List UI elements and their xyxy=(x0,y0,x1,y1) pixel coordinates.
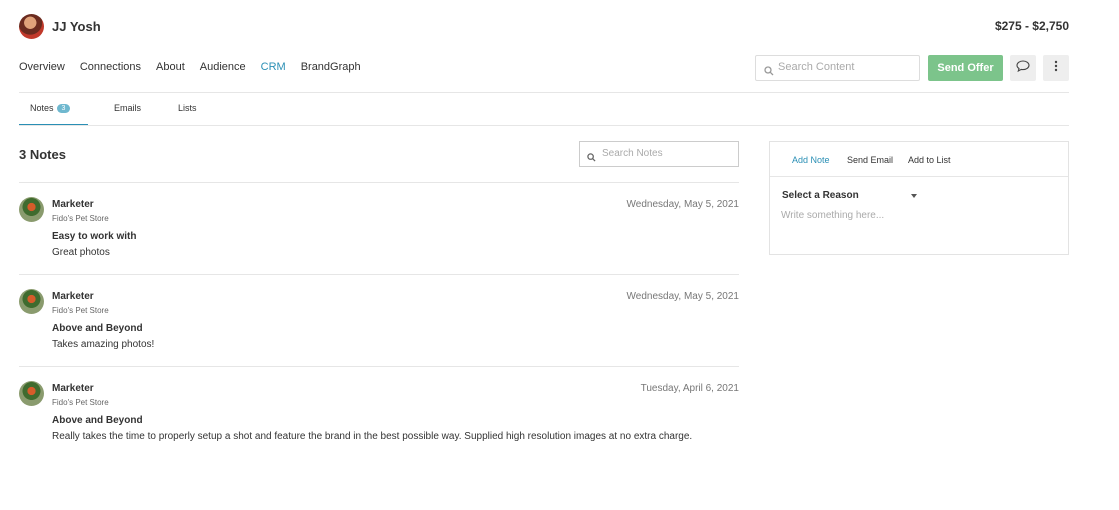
nav-item-audience[interactable]: Audience xyxy=(200,61,246,75)
price-range: $275 - $2,750 xyxy=(994,19,1069,33)
reason-select[interactable]: Select a Reason xyxy=(782,190,917,204)
profile-header: JJ Yosh $275 - $2,750 xyxy=(19,14,1069,40)
caret-down-icon xyxy=(911,194,917,198)
note-author: Marketer xyxy=(52,291,94,302)
note-org: Fido's Pet Store xyxy=(52,398,109,407)
note-body: Takes amazing photos! xyxy=(52,339,155,350)
nav-item-crm[interactable]: CRM xyxy=(261,61,286,75)
search-notes-box[interactable] xyxy=(579,141,739,167)
note-item: Marketer Fido's Pet Store Tuesday, April… xyxy=(19,381,739,461)
notes-count-badge: 3 xyxy=(56,104,71,113)
more-options-button[interactable] xyxy=(1043,55,1069,81)
profile-name: JJ Yosh xyxy=(52,19,101,34)
note-date: Wednesday, May 5, 2021 xyxy=(626,291,739,302)
nav-item-connections[interactable]: Connections xyxy=(80,61,141,75)
note-item: Marketer Fido's Pet Store Wednesday, May… xyxy=(19,289,739,359)
note-author: Marketer xyxy=(52,383,94,394)
add-note-panel: Add Note Send Email Add to List Select a… xyxy=(769,141,1069,255)
note-subject: Above and Beyond xyxy=(52,323,143,334)
search-icon xyxy=(587,149,596,167)
vertical-dots-icon xyxy=(1054,59,1058,77)
side-panel-tabs: Add Note Send Email Add to List xyxy=(770,142,1068,177)
nav-item-overview[interactable]: Overview xyxy=(19,61,65,75)
tab-lists[interactable]: Lists xyxy=(178,103,197,113)
list-divider xyxy=(19,182,739,183)
chat-bubble-icon xyxy=(1016,59,1030,77)
notes-count-title: 3 Notes xyxy=(19,147,66,162)
note-date: Tuesday, April 6, 2021 xyxy=(640,383,739,394)
nav-item-about[interactable]: About xyxy=(156,61,185,75)
note-item: Marketer Fido's Pet Store Wednesday, May… xyxy=(19,197,739,267)
note-body: Really takes the time to properly setup … xyxy=(52,431,693,442)
search-icon xyxy=(764,63,774,81)
tab-add-note[interactable]: Add Note xyxy=(792,155,830,165)
avatar[interactable] xyxy=(19,14,44,39)
avatar xyxy=(19,381,44,406)
search-content-box[interactable] xyxy=(755,55,920,81)
reason-select-label: Select a Reason xyxy=(782,190,859,201)
tab-notes-label: Notes xyxy=(30,103,54,113)
crm-subtabs: Notes 3 Emails Lists xyxy=(19,93,1069,126)
list-divider xyxy=(19,366,739,367)
note-textarea[interactable] xyxy=(781,210,1051,246)
tab-notes[interactable]: Notes 3 xyxy=(19,103,88,125)
message-button[interactable] xyxy=(1010,55,1036,81)
search-content-input[interactable] xyxy=(778,61,916,73)
note-date: Wednesday, May 5, 2021 xyxy=(626,199,739,210)
note-org: Fido's Pet Store xyxy=(52,214,109,223)
send-offer-button[interactable]: Send Offer xyxy=(928,55,1003,81)
list-divider xyxy=(19,274,739,275)
nav-item-brandgraph[interactable]: BrandGraph xyxy=(301,61,361,75)
profile-nav: Overview Connections About Audience CRM … xyxy=(19,61,376,75)
avatar xyxy=(19,289,44,314)
tab-add-to-list[interactable]: Add to List xyxy=(908,155,951,165)
note-body: Great photos xyxy=(52,247,110,258)
note-subject: Above and Beyond xyxy=(52,415,143,426)
note-subject: Easy to work with xyxy=(52,231,137,242)
search-notes-input[interactable] xyxy=(602,148,734,159)
avatar xyxy=(19,197,44,222)
tab-emails[interactable]: Emails xyxy=(114,103,141,113)
tab-send-email[interactable]: Send Email xyxy=(847,155,893,165)
note-org: Fido's Pet Store xyxy=(52,306,109,315)
note-author: Marketer xyxy=(52,199,94,210)
